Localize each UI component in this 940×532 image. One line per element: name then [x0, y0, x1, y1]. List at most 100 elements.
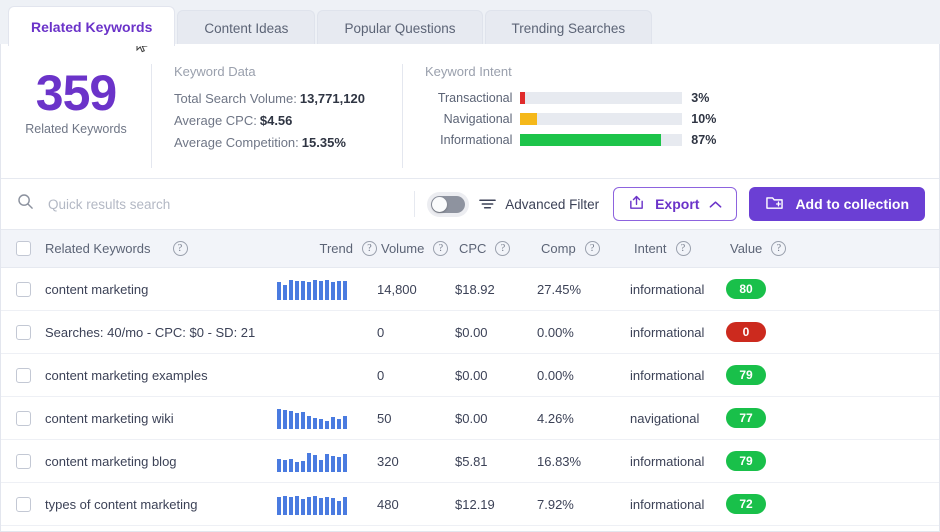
intent-cell: informational	[630, 453, 705, 469]
table-row[interactable]: content marketing wiki 50 $0.00 4.26% naviga…	[1, 397, 939, 440]
intent-bar-track	[520, 92, 683, 104]
export-button[interactable]: Export	[613, 187, 738, 221]
chevron-up-icon	[709, 196, 722, 212]
row-select-cell[interactable]	[1, 367, 45, 383]
tab-content-ideas[interactable]: Content Ideas	[177, 10, 316, 46]
column-header-cpc[interactable]: CPC ?	[459, 241, 541, 256]
toggle-knob	[432, 196, 448, 212]
column-header-keyword[interactable]: Related Keywords ?	[45, 241, 277, 256]
intent-label: Informational	[440, 133, 513, 147]
intent-bar-track	[520, 113, 683, 125]
intent-row: Informational 87%	[425, 133, 733, 147]
add-to-collection-label: Add to collection	[795, 196, 909, 212]
keyword-intent-block: Keyword Intent Transactional 3% Navigation…	[403, 58, 733, 178]
tab-label: Content Ideas	[204, 21, 289, 36]
row-checkbox[interactable]	[15, 453, 31, 469]
help-icon[interactable]: ?	[172, 241, 188, 256]
keyword-cell[interactable]: content marketing blog	[45, 454, 277, 469]
table-row[interactable]: content marketing examples 0 $0.00 0.00% inf…	[1, 354, 939, 397]
trend-sparkline	[277, 408, 349, 429]
column-header-intent[interactable]: Intent ?	[634, 241, 730, 256]
results-toggle[interactable]	[431, 195, 466, 213]
keyword-cell[interactable]: Searches: 40/mo - CPC: $0 - SD: 21	[45, 319, 277, 346]
trend-sparkline	[277, 279, 349, 300]
intent-cell: informational	[630, 281, 705, 297]
help-icon[interactable]: ?	[433, 241, 449, 256]
trend-sparkline	[277, 494, 349, 515]
keyword-data-block: Keyword Data Total Search Volume: 13,771,…	[152, 58, 402, 178]
row-checkbox[interactable]	[15, 281, 31, 297]
intent-percent: 10%	[691, 112, 717, 126]
keyword-cell[interactable]: content marketing wiki	[45, 411, 277, 426]
volume-cell: 50	[377, 410, 392, 426]
keyword-cell[interactable]: content marketing	[45, 282, 277, 297]
table-row[interactable]: content marketing 14,800 $18.92 27.45% infor…	[1, 268, 939, 311]
column-header-trend[interactable]: Trend ?	[277, 241, 381, 256]
related-keywords-count: 359 Related Keywords	[1, 58, 151, 178]
value-cell: 79	[726, 451, 806, 471]
row-label: Average Competition:	[174, 135, 299, 150]
comp-cell: 0.00%	[537, 367, 574, 383]
row-checkbox[interactable]	[15, 410, 31, 426]
row-checkbox[interactable]	[15, 496, 31, 512]
help-icon[interactable]: ?	[495, 241, 511, 256]
row-checkbox[interactable]	[15, 324, 31, 340]
row-select-cell[interactable]	[1, 496, 45, 512]
search-icon	[17, 193, 34, 215]
cpc-cell: $0.00	[455, 410, 488, 426]
column-header-volume[interactable]: Volume ?	[381, 241, 459, 256]
count-label: Related Keywords	[25, 122, 127, 136]
intent-cell: informational	[630, 496, 705, 512]
intent-percent: 87%	[691, 133, 717, 147]
advanced-filter-button[interactable]: Advanced Filter	[479, 197, 599, 212]
trend-cell	[277, 450, 377, 472]
row-select-cell[interactable]	[1, 324, 45, 340]
help-icon[interactable]: ?	[675, 241, 691, 256]
row-select-cell[interactable]	[1, 453, 45, 469]
column-header-value[interactable]: Value ?	[730, 241, 810, 256]
intent-percent: 3%	[691, 91, 710, 105]
trend-cell	[277, 364, 377, 386]
volume-cell: 0	[377, 324, 385, 340]
help-icon[interactable]: ?	[771, 241, 787, 256]
select-all-cell[interactable]	[1, 241, 45, 256]
help-icon[interactable]: ?	[584, 241, 600, 256]
table-row[interactable]: types of content marketing 480 $12.19 7.92%…	[1, 483, 939, 526]
row-checkbox[interactable]	[15, 367, 31, 383]
intent-cell: informational	[630, 367, 705, 383]
intent-bar-track	[520, 134, 683, 146]
value-badge: 72	[726, 494, 766, 514]
column-header-comp[interactable]: Comp ?	[541, 241, 634, 256]
keyword-cell[interactable]: content marketing examples	[45, 368, 277, 383]
row-label: Average CPC:	[174, 113, 257, 128]
tab-popular-questions[interactable]: Popular Questions	[317, 10, 483, 46]
total-search-volume-row: Total Search Volume: 13,771,120	[174, 91, 402, 106]
help-icon[interactable]: ?	[362, 241, 377, 256]
intent-bar-fill	[520, 113, 537, 125]
tab-trending-searches[interactable]: Trending Searches	[484, 10, 653, 46]
intent-row: Navigational 10%	[425, 112, 733, 126]
row-value: 15.35%	[301, 135, 346, 150]
row-select-cell[interactable]	[1, 410, 45, 426]
trend-sparkline	[277, 451, 349, 472]
keyword-cell[interactable]: types of content marketing	[45, 497, 277, 512]
add-to-collection-button[interactable]: Add to collection	[749, 187, 925, 221]
select-all-checkbox[interactable]	[15, 241, 31, 256]
results-card: 359 Related Keywords Keyword Data Total …	[0, 44, 940, 532]
table-row[interactable]: content marketing blog 320 $5.81 16.83% info…	[1, 440, 939, 483]
keyword-data-title: Keyword Data	[174, 64, 256, 79]
trend-cell	[277, 278, 377, 300]
row-label: Total Search Volume:	[174, 91, 297, 106]
keyword-intent-title: Keyword Intent	[425, 64, 512, 79]
tab-related-keywords[interactable]: Related Keywords	[8, 6, 176, 46]
comp-cell: 4.26%	[537, 410, 574, 426]
toolbar-divider	[414, 191, 416, 217]
table-row[interactable]: Searches: 40/mo - CPC: $0 - SD: 21 0 $0.00…	[1, 311, 939, 354]
row-select-cell[interactable]	[1, 281, 45, 297]
cpc-cell: $18.92	[455, 281, 495, 297]
comp-cell: 16.83%	[537, 453, 582, 469]
trend-cell	[277, 493, 377, 515]
folder-plus-icon	[765, 194, 784, 214]
value-badge: 80	[726, 279, 766, 299]
search-input[interactable]	[46, 195, 350, 213]
